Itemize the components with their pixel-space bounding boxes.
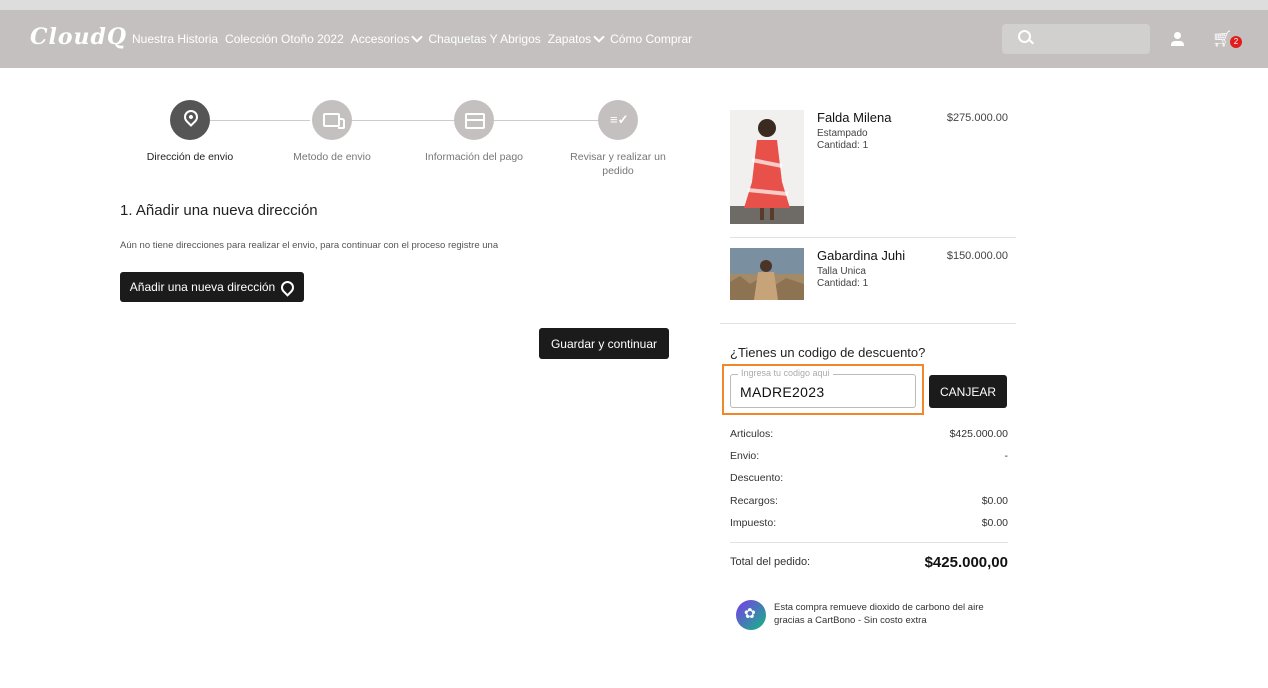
nav-item-label: Accesorios [350, 32, 410, 46]
nav-item-accesorios[interactable]: Accesorios [350, 31, 424, 46]
credit-card-icon [465, 113, 485, 129]
coupon-placeholder: Ingresa tu codigo aqui [738, 368, 833, 378]
coupon-value: MADRE2023 [740, 384, 825, 400]
nav-item-label: Zapatos [547, 32, 592, 46]
shopping-cart-icon[interactable]: 🛒︎ [1212, 32, 1232, 48]
step-circle [312, 100, 352, 140]
checkout-stepper: Dirección de envio Metodo de envio Infor… [118, 100, 688, 190]
total-line-value: - [1004, 450, 1009, 462]
product-name[interactable]: Falda Milena [817, 110, 891, 125]
empty-address-message: Aún no tiene direcciones para realizar e… [120, 240, 499, 251]
chevron-down-icon [411, 31, 424, 43]
step-review-order[interactable]: ≡✓ Revisar y realizar un pedido [558, 100, 678, 178]
product-price: $150.000.00 [946, 250, 1008, 262]
total-line-label: Descuento: [730, 472, 784, 484]
cart-item: Falda Milena $275.000.00 Estampado Canti… [730, 110, 1016, 226]
cart-item: Gabardina Juhi $150.000.00 Talla Unica C… [730, 248, 1016, 308]
cart-count-badge: 2 [1230, 36, 1242, 48]
discount-title: ¿Tienes un codigo de descuento? [730, 345, 926, 360]
step-circle [454, 100, 494, 140]
total-line-value: $425.000.00 [949, 428, 1008, 440]
brand-logo[interactable]: CloudQ [30, 24, 127, 50]
product-variant: Estampado Cantidad: 1 [817, 128, 868, 152]
step-label: Revisar y realizar un pedido [570, 151, 666, 177]
cartbono-logo-icon [736, 600, 766, 630]
divider [730, 237, 1016, 238]
step-label: Información del pago [424, 151, 524, 163]
location-pin-icon [181, 107, 201, 127]
chevron-down-icon [593, 31, 605, 43]
search-icon [1018, 30, 1031, 43]
save-continue-button[interactable]: Guardar y continuar [539, 328, 669, 359]
product-variant-label: Talla Unica [817, 266, 866, 277]
product-image[interactable] [730, 248, 804, 300]
nav-item-nuestra-historia[interactable]: Nuestra Historia [132, 32, 218, 46]
step-label: Metodo de envio [293, 151, 371, 163]
divider [730, 542, 1008, 543]
nav-item-chaquetas[interactable]: Chaquetas Y Abrigos [428, 32, 540, 46]
product-variant-label: Estampado [817, 128, 868, 139]
nav-item-como-comprar[interactable]: Cómo Comprar [610, 32, 692, 46]
divider [720, 323, 1016, 324]
button-label: Añadir una nueva dirección [129, 280, 276, 294]
product-price: $275.000.00 [946, 112, 1008, 124]
total-line-label: Recargos: [730, 495, 778, 507]
product-quantity: Cantidad: 1 [817, 140, 869, 151]
search-input[interactable] [1002, 24, 1150, 54]
redeem-button[interactable]: CANJEAR [929, 375, 1007, 408]
total-line-value: $0.00 [981, 517, 1008, 529]
section-title: 1. Añadir una nueva dirección [120, 202, 318, 219]
step-payment-info[interactable]: Información del pago [414, 100, 534, 164]
order-total-label: Total del pedido: [730, 556, 811, 568]
nav-item-coleccion-otono[interactable]: Colección Otoño 2022 [225, 32, 344, 46]
step-shipping-method[interactable]: Metodo de envio [272, 100, 392, 164]
step-shipping-address[interactable]: Dirección de envio [130, 100, 250, 164]
review-list-icon: ≡✓ [610, 112, 629, 127]
product-image[interactable] [730, 110, 804, 224]
step-circle: ≡✓ [598, 100, 638, 140]
step-circle [170, 100, 210, 140]
product-variant: Talla Unica Cantidad: 1 [817, 266, 868, 290]
top-navbar: CloudQ Nuestra Historia Colección Otoño … [0, 0, 1268, 68]
step-label: Dirección de envio [146, 151, 234, 163]
add-address-button[interactable]: Añadir una nueva dirección [120, 272, 304, 302]
main-nav: Nuestra Historia Colección Otoño 2022 Ac… [132, 31, 699, 46]
order-total-value: $425.000,00 [924, 554, 1008, 571]
product-quantity: Cantidad: 1 [817, 278, 869, 289]
user-account-icon[interactable] [1170, 32, 1184, 48]
location-pin-icon [278, 277, 297, 297]
total-line-label: Envio: [730, 450, 760, 462]
product-name[interactable]: Gabardina Juhi [817, 248, 905, 263]
truck-icon [323, 113, 345, 129]
cartbono-text: Esta compra remueve dioxido de carbono d… [774, 602, 984, 626]
total-line-label: Impuesto: [730, 517, 777, 529]
total-line-label: Articulos: [730, 428, 774, 440]
nav-item-zapatos[interactable]: Zapatos [547, 31, 605, 46]
total-line-value: $0.00 [981, 495, 1008, 507]
